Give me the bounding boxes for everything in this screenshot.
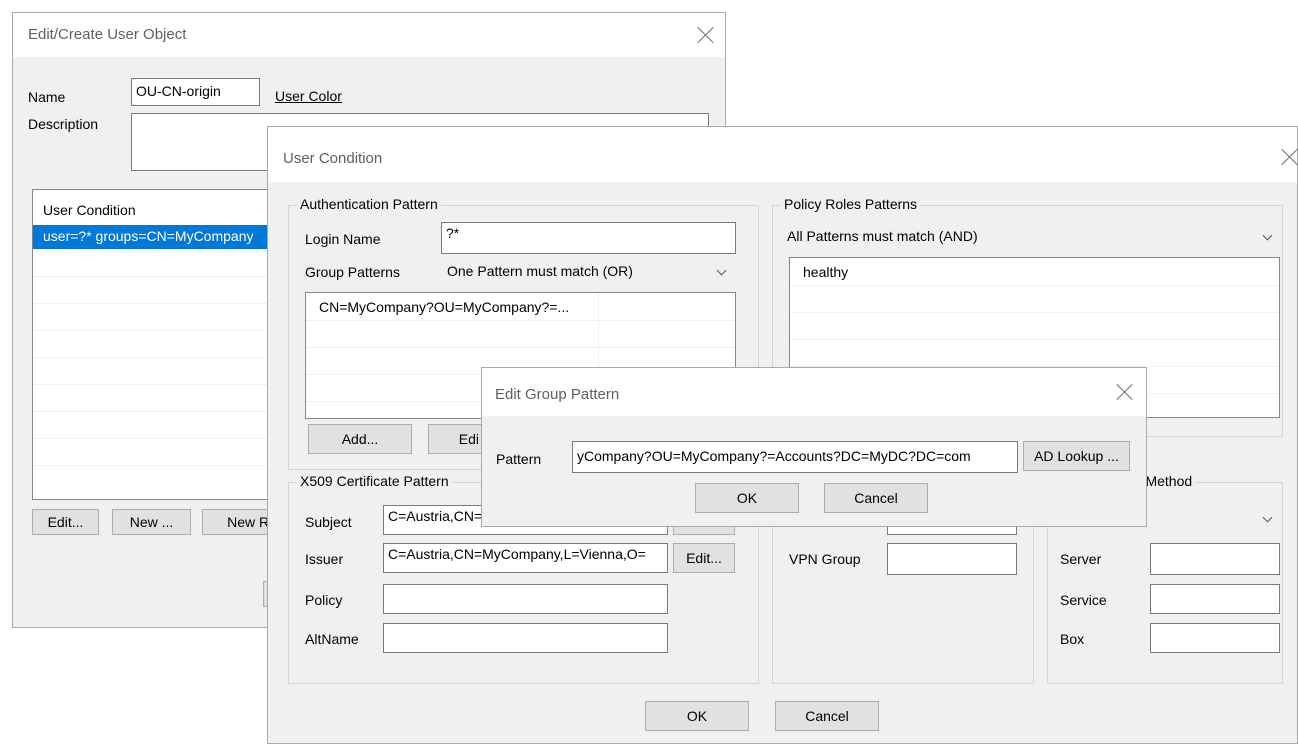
add-button[interactable]: Add... (308, 424, 412, 454)
server-label: Server (1060, 551, 1102, 567)
service-field[interactable] (1150, 584, 1280, 614)
name-label: Name (28, 89, 66, 105)
edit-pattern-button[interactable]: Edi (428, 424, 488, 454)
issuer-edit-button[interactable]: Edit... (673, 543, 735, 573)
close-icon[interactable] (1281, 148, 1298, 166)
chevron-down-icon (1263, 514, 1273, 524)
user-color-link[interactable]: User Color (275, 88, 342, 104)
issuer-label: Issuer (305, 551, 344, 567)
issuer-field[interactable]: C=Austria,CN=MyCompany,L=Vienna,O= (383, 543, 668, 573)
name-field[interactable]: OU-CN-origin (131, 78, 260, 106)
description-label: Description (28, 116, 99, 132)
list-item[interactable]: CN=MyCompany?OU=MyCompany?=... (319, 299, 569, 315)
ok-button[interactable]: OK (645, 701, 749, 731)
title-bar: User Condition (268, 127, 1297, 182)
group-patterns-mode: One Pattern must match (OR) (447, 263, 633, 279)
policy-label: Policy (305, 592, 343, 608)
edit-group-pattern-window: Edit Group Pattern Pattern yCompany?OU=M… (481, 367, 1147, 527)
box-field[interactable] (1150, 623, 1280, 653)
group-title: Authentication Pattern (297, 196, 441, 212)
group-title: Policy Roles Patterns (781, 196, 921, 212)
subject-label: Subject (305, 514, 352, 530)
policy-roles-mode: All Patterns must match (AND) (787, 228, 978, 244)
vpn-group-label: VPN Group (789, 551, 861, 567)
window-title: Edit/Create User Object (28, 26, 187, 43)
list-item[interactable]: healthy (803, 264, 848, 280)
window-title: User Condition (283, 150, 383, 167)
vpn-group-field[interactable] (887, 543, 1017, 575)
group-patterns-select[interactable]: One Pattern must match (OR) (441, 258, 736, 284)
pattern-label: Pattern (496, 451, 542, 467)
title-bar: Edit Group Pattern (482, 368, 1146, 416)
edit-button[interactable]: Edit... (32, 509, 99, 535)
cancel-button[interactable]: Cancel (824, 483, 928, 513)
login-name-field[interactable]: ?* (441, 222, 736, 254)
server-field[interactable] (1150, 543, 1280, 575)
policy-field[interactable] (383, 584, 668, 614)
title-bar: Edit/Create User Object (13, 13, 725, 57)
auth-method-select[interactable] (1148, 505, 1279, 531)
user-condition-header: User Condition (43, 202, 136, 218)
cancel-button[interactable]: Cancel (775, 701, 879, 731)
chevron-down-icon (717, 267, 727, 277)
close-icon[interactable] (1116, 383, 1134, 401)
group-patterns-label: Group Patterns (305, 264, 400, 280)
new-button[interactable]: New ... (112, 509, 191, 535)
close-icon[interactable] (697, 26, 715, 44)
login-name-label: Login Name (305, 231, 381, 247)
ad-lookup-button[interactable]: AD Lookup ... (1023, 441, 1130, 471)
box-label: Box (1060, 631, 1085, 647)
group-title: X509 Certificate Pattern (297, 473, 452, 489)
chevron-down-icon (1263, 232, 1273, 242)
service-label: Service (1060, 592, 1107, 608)
pattern-field[interactable]: yCompany?OU=MyCompany?=Accounts?DC=MyDC?… (572, 441, 1018, 473)
list-item-label: user=?* groups=CN=MyCompany (43, 228, 254, 244)
altname-label: AltName (305, 631, 359, 647)
altname-field[interactable] (383, 623, 668, 653)
policy-roles-select[interactable]: All Patterns must match (AND) (785, 223, 1280, 249)
ok-button[interactable]: OK (695, 483, 799, 513)
window-title: Edit Group Pattern (495, 386, 620, 403)
